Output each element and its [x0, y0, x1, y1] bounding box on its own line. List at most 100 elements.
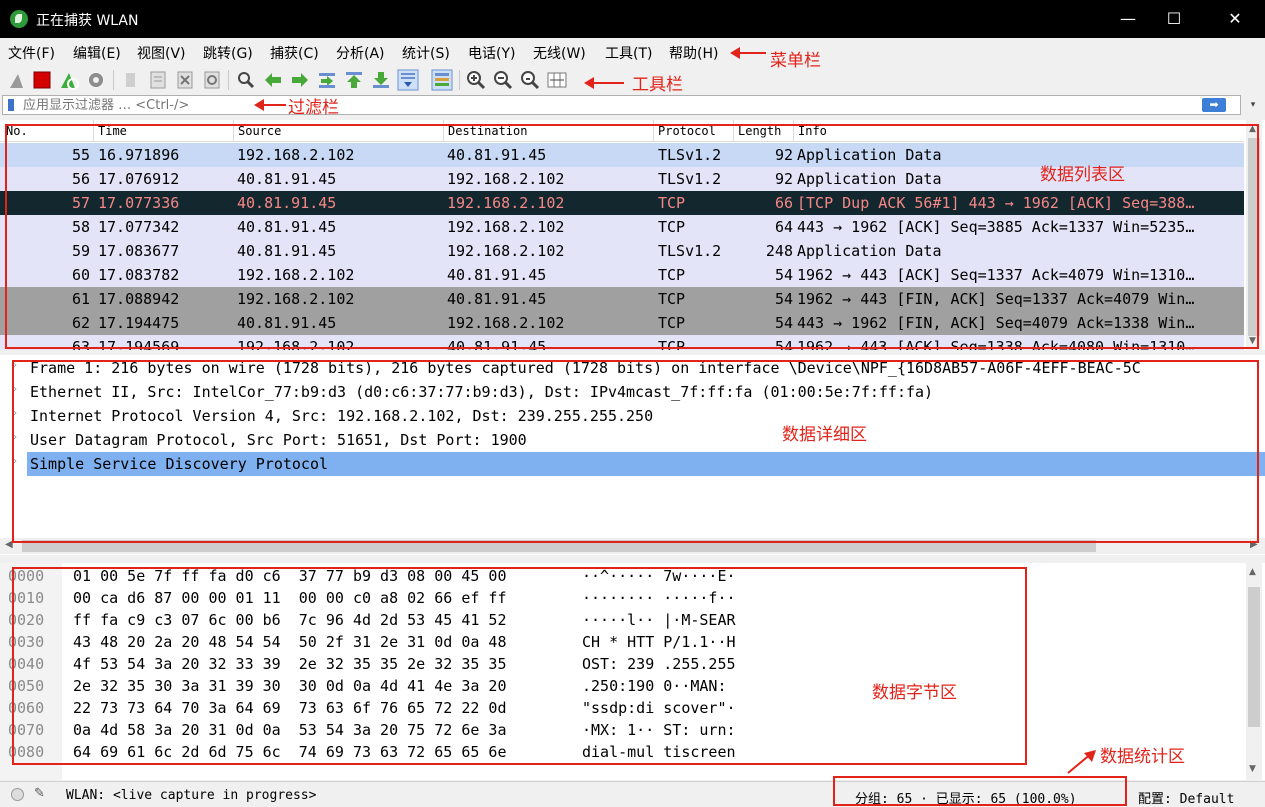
stop-icon[interactable] [31, 69, 53, 91]
go-first-icon[interactable] [343, 69, 365, 91]
go-back-icon[interactable] [262, 69, 284, 91]
byte-row[interactable]: 0000 01 00 5e 7f ff fa d0 c6 37 77 b9 d3 … [0, 565, 1244, 587]
scroll-right-arrow-icon[interactable]: ▶ [1250, 539, 1258, 550]
save-file-icon[interactable] [147, 69, 169, 91]
detail-tree-row[interactable]: › Ethernet II, Src: IntelCor_77:b9:d3 (d0… [0, 380, 1265, 404]
column-divider[interactable] [793, 120, 794, 142]
packet-details-pane: › Frame 1: 216 bytes on wire (1728 bits),… [0, 355, 1265, 555]
byte-hex: 22 73 73 64 70 3a 64 69 73 63 6f 76 65 7… [73, 699, 507, 717]
byte-row[interactable]: 0070 0a 4d 58 3a 20 31 0d 0a 53 54 3a 20 … [0, 719, 1244, 741]
col-header-info[interactable]: Info [798, 124, 827, 138]
menu-go[interactable]: 跳转(G) [203, 43, 253, 63]
autoscroll-icon[interactable] [397, 69, 419, 91]
packet-list-scrollbar[interactable]: ▲ ▼ [1246, 120, 1262, 350]
col-header-time[interactable]: Time [98, 124, 127, 138]
open-file-icon[interactable] [120, 69, 142, 91]
filter-history-dropdown[interactable]: ▾ [1244, 97, 1262, 113]
menu-tools[interactable]: 工具(T) [605, 43, 652, 63]
expand-arrow-icon[interactable]: › [12, 384, 18, 395]
maximize-button[interactable]: ☐ [1151, 0, 1197, 38]
packet-row[interactable]: 59 17.083677 40.81.91.45 192.168.2.102 TLSv1… [0, 239, 1244, 263]
byte-ascii: ·····l·· |·M-SEAR [582, 611, 736, 629]
detail-tree-row[interactable]: › Internet Protocol Version 4, Src: 192.1… [0, 404, 1265, 428]
display-filter-input[interactable] [23, 97, 1183, 113]
close-file-icon[interactable] [174, 69, 196, 91]
menu-edit[interactable]: 编辑(E) [73, 43, 121, 63]
detail-tree-row[interactable]: › Frame 1: 216 bytes on wire (1728 bits),… [0, 356, 1265, 380]
bytes-scrollbar[interactable]: ▲ ▼ [1246, 563, 1262, 780]
expert-info-led-icon[interactable] [11, 788, 24, 801]
byte-row[interactable]: 0030 43 48 20 2a 20 48 54 54 50 2f 31 2e … [0, 631, 1244, 653]
column-divider[interactable] [443, 120, 444, 142]
zoom-out-icon[interactable] [492, 69, 514, 91]
expand-arrow-icon[interactable]: › [12, 456, 18, 467]
menu-file[interactable]: 文件(F) [8, 43, 55, 63]
byte-offset: 0060 [8, 699, 45, 717]
byte-row[interactable]: 0050 2e 32 35 30 3a 31 39 30 30 0d 0a 4d … [0, 675, 1244, 697]
status-profile[interactable]: 配置: Default [1138, 788, 1234, 807]
minimize-button[interactable]: — [1105, 0, 1151, 38]
shark-fin-start-icon[interactable] [6, 69, 28, 91]
scroll-up-arrow-icon[interactable]: ▲ [1249, 124, 1256, 134]
scrollbar-thumb[interactable] [22, 540, 1096, 552]
column-divider[interactable] [233, 120, 234, 142]
zoom-normal-icon[interactable] [519, 69, 541, 91]
menu-analyze[interactable]: 分析(A) [336, 43, 385, 63]
close-button[interactable]: ✕ [1212, 0, 1258, 38]
column-divider[interactable] [93, 120, 94, 142]
expand-arrow-icon[interactable]: › [12, 432, 18, 443]
packet-row[interactable]: 60 17.083782 192.168.2.102 40.81.91.45 TCP 54… [0, 263, 1244, 287]
colorize-icon[interactable] [431, 69, 453, 91]
resize-columns-icon[interactable] [546, 69, 568, 91]
go-to-packet-icon[interactable] [316, 69, 338, 91]
col-header-no[interactable]: No. [6, 124, 28, 138]
zoom-in-icon[interactable] [465, 69, 487, 91]
col-header-length[interactable]: Length [738, 124, 781, 138]
menu-view[interactable]: 视图(V) [137, 43, 186, 63]
column-divider[interactable] [653, 120, 654, 142]
restart-icon[interactable] [58, 69, 80, 91]
scrollbar-thumb[interactable] [1248, 587, 1260, 727]
byte-row[interactable]: 0040 4f 53 54 3a 20 32 33 39 2e 32 35 35 … [0, 653, 1244, 675]
menu-statistics[interactable]: 统计(S) [402, 43, 450, 63]
byte-row[interactable]: 0060 22 73 73 64 70 3a 64 69 73 63 6f 76 … [0, 697, 1244, 719]
title-bar: 正在捕获 WLAN — ☐ ✕ [0, 0, 1265, 38]
detail-tree-label: Simple Service Discovery Protocol [30, 455, 329, 473]
apply-filter-button[interactable]: ➡ [1202, 98, 1226, 112]
menu-help[interactable]: 帮助(H) [669, 43, 718, 63]
scroll-down-arrow-icon[interactable]: ▼ [1249, 336, 1256, 346]
col-header-protocol[interactable]: Protocol [658, 124, 716, 138]
go-last-icon[interactable] [370, 69, 392, 91]
packet-row[interactable]: 63 17.194569 192.168.2.102 40.81.91.45 TCP 54… [0, 335, 1244, 350]
detail-tree-row[interactable]: › Simple Service Discovery Protocol [0, 452, 1265, 476]
detail-tree-row[interactable]: › User Datagram Protocol, Src Port: 51651… [0, 428, 1265, 452]
find-icon[interactable] [235, 69, 257, 91]
go-forward-icon[interactable] [289, 69, 311, 91]
menu-capture[interactable]: 捕获(C) [270, 43, 319, 63]
packet-row[interactable]: 61 17.088942 192.168.2.102 40.81.91.45 TCP 54… [0, 287, 1244, 311]
col-header-destination[interactable]: Destination [448, 124, 527, 138]
scroll-left-arrow-icon[interactable]: ◀ [5, 539, 13, 550]
byte-hex: ff fa c9 c3 07 6c 00 b6 7c 96 4d 2d 53 4… [73, 611, 507, 629]
expand-arrow-icon[interactable]: › [12, 360, 18, 371]
reload-icon[interactable] [201, 69, 223, 91]
byte-row[interactable]: 0080 64 69 61 6c 2d 6d 75 6c 74 69 73 63 … [0, 741, 1244, 763]
packet-row[interactable]: 58 17.077342 40.81.91.45 192.168.2.102 TCP 64… [0, 215, 1244, 239]
filter-bookmark-icon[interactable] [8, 99, 14, 111]
scrollbar-thumb[interactable] [1248, 138, 1260, 336]
packet-row[interactable]: 62 17.194475 40.81.91.45 192.168.2.102 TCP 54… [0, 311, 1244, 335]
menu-telephony[interactable]: 电话(Y) [468, 43, 515, 63]
menu-wireless[interactable]: 无线(W) [533, 43, 586, 63]
options-gear-icon[interactable] [85, 69, 107, 91]
byte-row[interactable]: 0020 ff fa c9 c3 07 6c 00 b6 7c 96 4d 2d … [0, 609, 1244, 631]
packet-row[interactable]: 57 17.077336 40.81.91.45 192.168.2.102 TCP 66… [0, 191, 1244, 215]
capture-comment-icon[interactable]: ✎ [34, 786, 45, 801]
details-horizontal-scrollbar[interactable]: ◀ ▶ [0, 538, 1265, 554]
byte-row[interactable]: 0010 00 ca d6 87 00 00 01 11 00 00 c0 a8 … [0, 587, 1244, 609]
scroll-up-arrow-icon[interactable]: ▲ [1249, 567, 1256, 577]
column-divider[interactable] [733, 120, 734, 142]
col-header-source[interactable]: Source [238, 124, 281, 138]
scroll-down-arrow-icon[interactable]: ▼ [1249, 764, 1256, 774]
packet-cell-info: Application Data [797, 146, 942, 164]
expand-arrow-icon[interactable]: › [12, 408, 18, 419]
